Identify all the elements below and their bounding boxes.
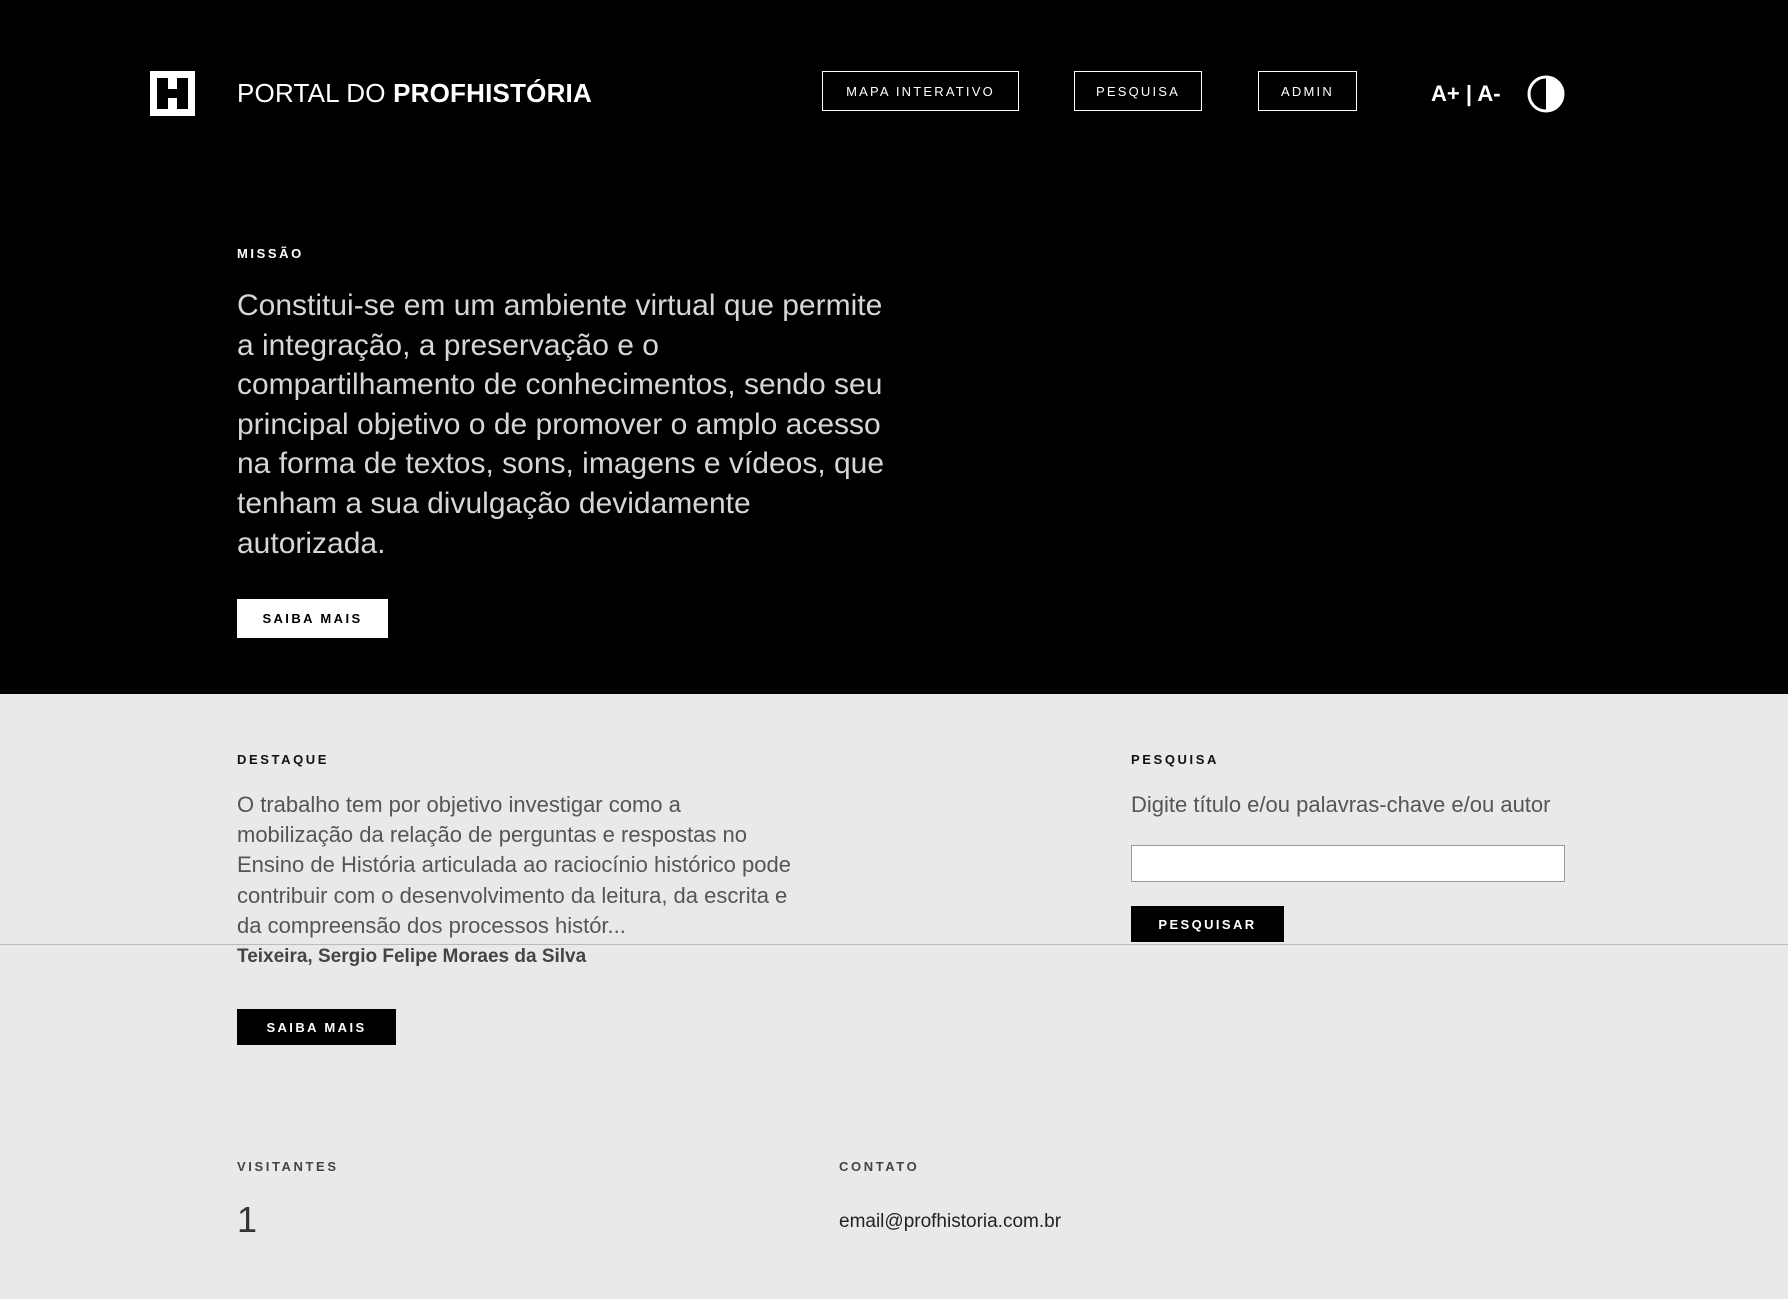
logo-icon[interactable] [150, 71, 195, 116]
contrast-toggle-icon[interactable] [1527, 75, 1565, 113]
font-increase-button[interactable]: A+ [1431, 81, 1460, 106]
nav-pesquisa-button[interactable]: PESQUISA [1074, 71, 1202, 111]
missao-saiba-mais-button[interactable]: SAIBA MAIS [237, 599, 388, 638]
contato-email-link[interactable]: email@profhistoria.com.br [839, 1210, 1061, 1234]
destaque-saiba-mais-button[interactable]: SAIBA MAIS [237, 1009, 396, 1045]
hero-section: PORTAL DO PROFHISTÓRIA MAPA INTERATIVO P… [0, 0, 1788, 694]
visitantes-count: 1 [237, 1199, 258, 1240]
pesquisar-button[interactable]: PESQUISAR [1131, 906, 1284, 942]
destaque-text: O trabalho tem por objetivo investigar c… [237, 792, 791, 938]
nav-admin-button[interactable]: ADMIN [1258, 71, 1357, 111]
missao-text: Constitui-se em um ambiente virtual que … [237, 289, 885, 560]
visitantes-label: VISITANTES [237, 1159, 339, 1174]
missao-label: MISSÃO [237, 246, 304, 261]
font-size-controls: A+ | A- [1431, 80, 1501, 108]
site-title-light: PORTAL DO [237, 78, 394, 108]
pesquisa-hint: Digite título e/ou palavras-chave e/ou a… [1131, 792, 1551, 817]
nav-mapa-interativo-button[interactable]: MAPA INTERATIVO [822, 71, 1019, 111]
font-decrease-button[interactable]: A- [1477, 81, 1500, 106]
site-title-bold: PROFHISTÓRIA [393, 78, 592, 108]
contato-label: CONTATO [839, 1159, 920, 1174]
search-input[interactable] [1131, 845, 1565, 882]
site-title[interactable]: PORTAL DO PROFHISTÓRIA [237, 78, 592, 108]
destaque-author: Teixeira, Sergio Felipe Moraes da Silva [237, 946, 587, 967]
pesquisa-label: PESQUISA [1131, 752, 1219, 767]
font-size-separator: | [1459, 81, 1478, 106]
destaque-label: DESTAQUE [237, 752, 330, 767]
